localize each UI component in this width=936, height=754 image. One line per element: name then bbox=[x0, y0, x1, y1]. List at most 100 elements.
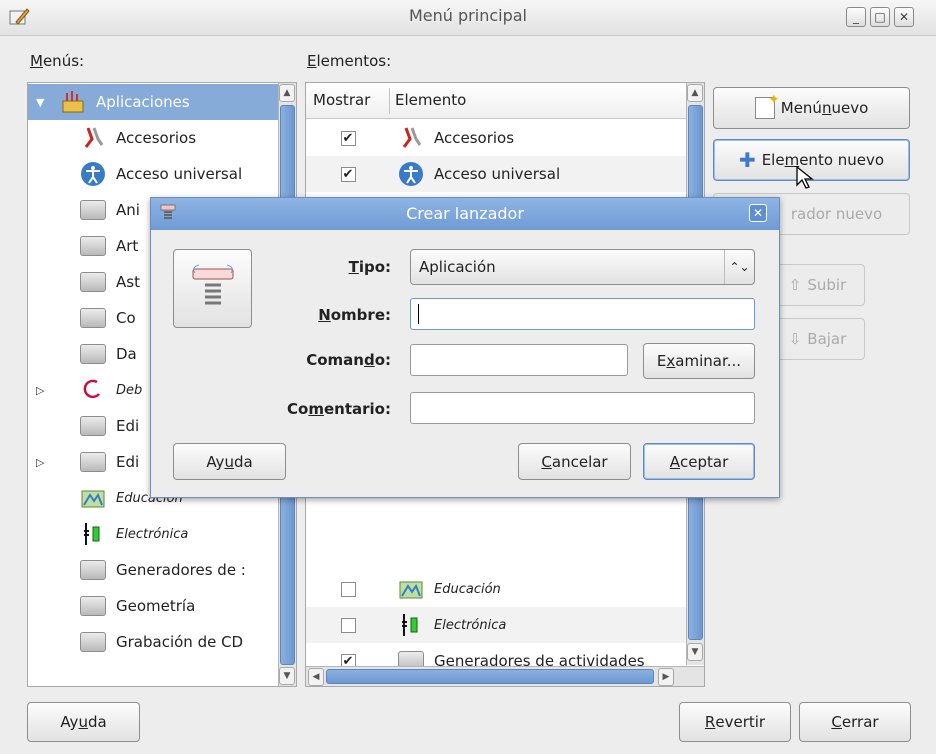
new-menu-icon: ✦ bbox=[754, 92, 780, 119]
menu-tree-item[interactable]: Accesorios bbox=[28, 120, 278, 156]
table-header: Mostrar Elemento bbox=[306, 83, 686, 119]
launcher-icon-button[interactable] bbox=[173, 249, 252, 328]
close-button[interactable]: Cerrar bbox=[799, 702, 911, 742]
menu-tree-item[interactable]: Grabación de CD bbox=[28, 624, 278, 660]
move-up-button[interactable]: ⇧ Subir bbox=[770, 264, 865, 306]
dialog-title: Crear lanzador bbox=[406, 204, 524, 223]
menu-tree-label: Edi bbox=[116, 417, 140, 435]
column-header-show[interactable]: Mostrar bbox=[313, 91, 370, 109]
scroll-down-icon[interactable]: ▼ bbox=[687, 643, 703, 661]
folder-icon bbox=[80, 272, 106, 292]
name-label: Nombre: bbox=[318, 306, 391, 324]
menu-tree-label: Ast bbox=[116, 273, 140, 291]
menu-tree-label: Deb bbox=[116, 382, 143, 398]
electronics-icon bbox=[398, 612, 424, 638]
browse-button[interactable]: Ex aminar... bbox=[643, 343, 755, 379]
elements-label: Elementos: bbox=[307, 52, 392, 70]
plus-icon: ✚ bbox=[738, 148, 756, 172]
dialog-titlebar: Crear lanzador ✕ bbox=[151, 198, 779, 230]
command-input[interactable] bbox=[410, 344, 628, 376]
minimize-icon[interactable]: _ bbox=[846, 7, 866, 27]
folder-icon bbox=[80, 344, 106, 364]
close-icon[interactable]: ✕ bbox=[894, 7, 914, 27]
folder-icon bbox=[80, 596, 106, 616]
show-checkbox[interactable]: ✔ bbox=[340, 130, 356, 146]
menu-tree-label: Accesorios bbox=[116, 129, 197, 147]
menu-tree-label: Generadores de : bbox=[116, 561, 246, 579]
command-label: Comando: bbox=[306, 351, 391, 369]
move-down-button[interactable]: ⇩ Bajar bbox=[770, 318, 865, 360]
menu-tree-label: Geometría bbox=[116, 597, 196, 615]
dialog-help-button[interactable]: Ay u da bbox=[173, 443, 286, 480]
help-button[interactable]: Ay u da bbox=[27, 702, 140, 742]
menu-tree-label: Da bbox=[116, 345, 137, 363]
maximize-icon[interactable]: □ bbox=[870, 7, 890, 27]
show-checkbox[interactable]: ✔ bbox=[340, 166, 356, 182]
element-label: Acceso universal bbox=[434, 165, 561, 183]
arrow-down-icon: ⇩ bbox=[788, 330, 802, 348]
hscroll-thumb[interactable] bbox=[326, 669, 654, 684]
menu-tree-label: Electrónica bbox=[116, 526, 189, 542]
scroll-down-icon[interactable]: ▼ bbox=[279, 667, 295, 685]
expander-open-icon[interactable]: ▼ bbox=[36, 96, 50, 109]
elements-hscrollbar[interactable]: ◀ ▶ bbox=[306, 666, 704, 686]
new-menu-button[interactable]: ✦ Menú n uevo bbox=[713, 87, 910, 129]
debian-icon bbox=[80, 377, 106, 403]
expander-closed-icon[interactable]: ▷ bbox=[36, 456, 50, 469]
folder-icon bbox=[80, 416, 106, 436]
type-select[interactable]: Aplicación ⌃⌄ bbox=[410, 249, 755, 285]
menu-tree-item[interactable]: Generadores de : bbox=[28, 552, 278, 588]
name-input[interactable] bbox=[410, 298, 755, 330]
universal-access-icon bbox=[80, 161, 106, 187]
window-title: Menú principal bbox=[409, 6, 527, 25]
window-titlebar: Menú principal _ □ ✕ bbox=[0, 0, 936, 36]
scroll-up-icon[interactable]: ▲ bbox=[279, 84, 295, 102]
comment-input[interactable] bbox=[410, 392, 755, 424]
expander-closed-icon[interactable]: ▷ bbox=[36, 384, 50, 397]
accessories-icon bbox=[80, 125, 106, 151]
menus-label: Menús: bbox=[30, 52, 85, 70]
scroll-up-icon[interactable]: ▲ bbox=[687, 84, 703, 102]
mouse-cursor-icon bbox=[795, 165, 817, 195]
arrow-up-icon: ⇧ bbox=[788, 276, 802, 294]
table-row[interactable]: ✔ Acceso universal bbox=[306, 156, 686, 192]
scroll-left-icon[interactable]: ◀ bbox=[308, 668, 324, 686]
cancel-button[interactable]: Cancelar bbox=[518, 443, 631, 480]
menu-tree-item[interactable]: Acceso universal bbox=[28, 156, 278, 192]
education-icon bbox=[398, 576, 424, 602]
folder-icon bbox=[80, 308, 106, 328]
element-label: Accesorios bbox=[434, 129, 515, 147]
text-cursor bbox=[418, 304, 419, 324]
menu-tree-label: Grabación de CD bbox=[116, 633, 244, 651]
menu-tree-label: Acceso universal bbox=[116, 165, 243, 183]
menu-tree-label: Art bbox=[116, 237, 139, 255]
accessories-icon bbox=[398, 125, 424, 151]
table-row[interactable]: Electrónica bbox=[306, 607, 686, 643]
menu-tree-label: Ani bbox=[116, 201, 140, 219]
menu-tree-item[interactable]: Electrónica bbox=[28, 516, 278, 552]
select-arrows-icon: ⌃⌄ bbox=[724, 250, 754, 284]
table-row[interactable]: Educación bbox=[306, 571, 686, 607]
applications-icon bbox=[60, 89, 86, 115]
comment-label: Comentario: bbox=[287, 400, 391, 418]
element-label: Electrónica bbox=[434, 617, 507, 633]
menu-tree-item[interactable]: ▼ Aplicaciones bbox=[28, 84, 278, 120]
show-checkbox[interactable] bbox=[340, 581, 356, 597]
create-launcher-dialog: Crear lanzador ✕ Tipo: Aplicación ⌃⌄ Nom… bbox=[150, 197, 780, 498]
education-icon bbox=[80, 485, 106, 511]
dialog-close-icon[interactable]: ✕ bbox=[749, 204, 767, 222]
accept-button[interactable]: Aceptar bbox=[643, 443, 755, 480]
folder-icon bbox=[80, 632, 106, 652]
column-header-element[interactable]: Elemento bbox=[395, 91, 466, 109]
table-row[interactable]: ✔ Accesorios bbox=[306, 120, 686, 156]
menu-tree-item[interactable]: Geometría bbox=[28, 588, 278, 624]
universal-access-icon bbox=[398, 161, 424, 187]
folder-icon bbox=[80, 236, 106, 256]
revert-button[interactable]: Revertir bbox=[679, 702, 791, 742]
menu-tree-label: Edi bbox=[116, 453, 140, 471]
folder-icon bbox=[80, 200, 106, 220]
show-checkbox[interactable] bbox=[340, 617, 356, 633]
scroll-right-icon[interactable]: ▶ bbox=[658, 668, 674, 686]
menu-tree-label: Aplicaciones bbox=[96, 93, 190, 111]
element-label: Educación bbox=[434, 581, 501, 597]
